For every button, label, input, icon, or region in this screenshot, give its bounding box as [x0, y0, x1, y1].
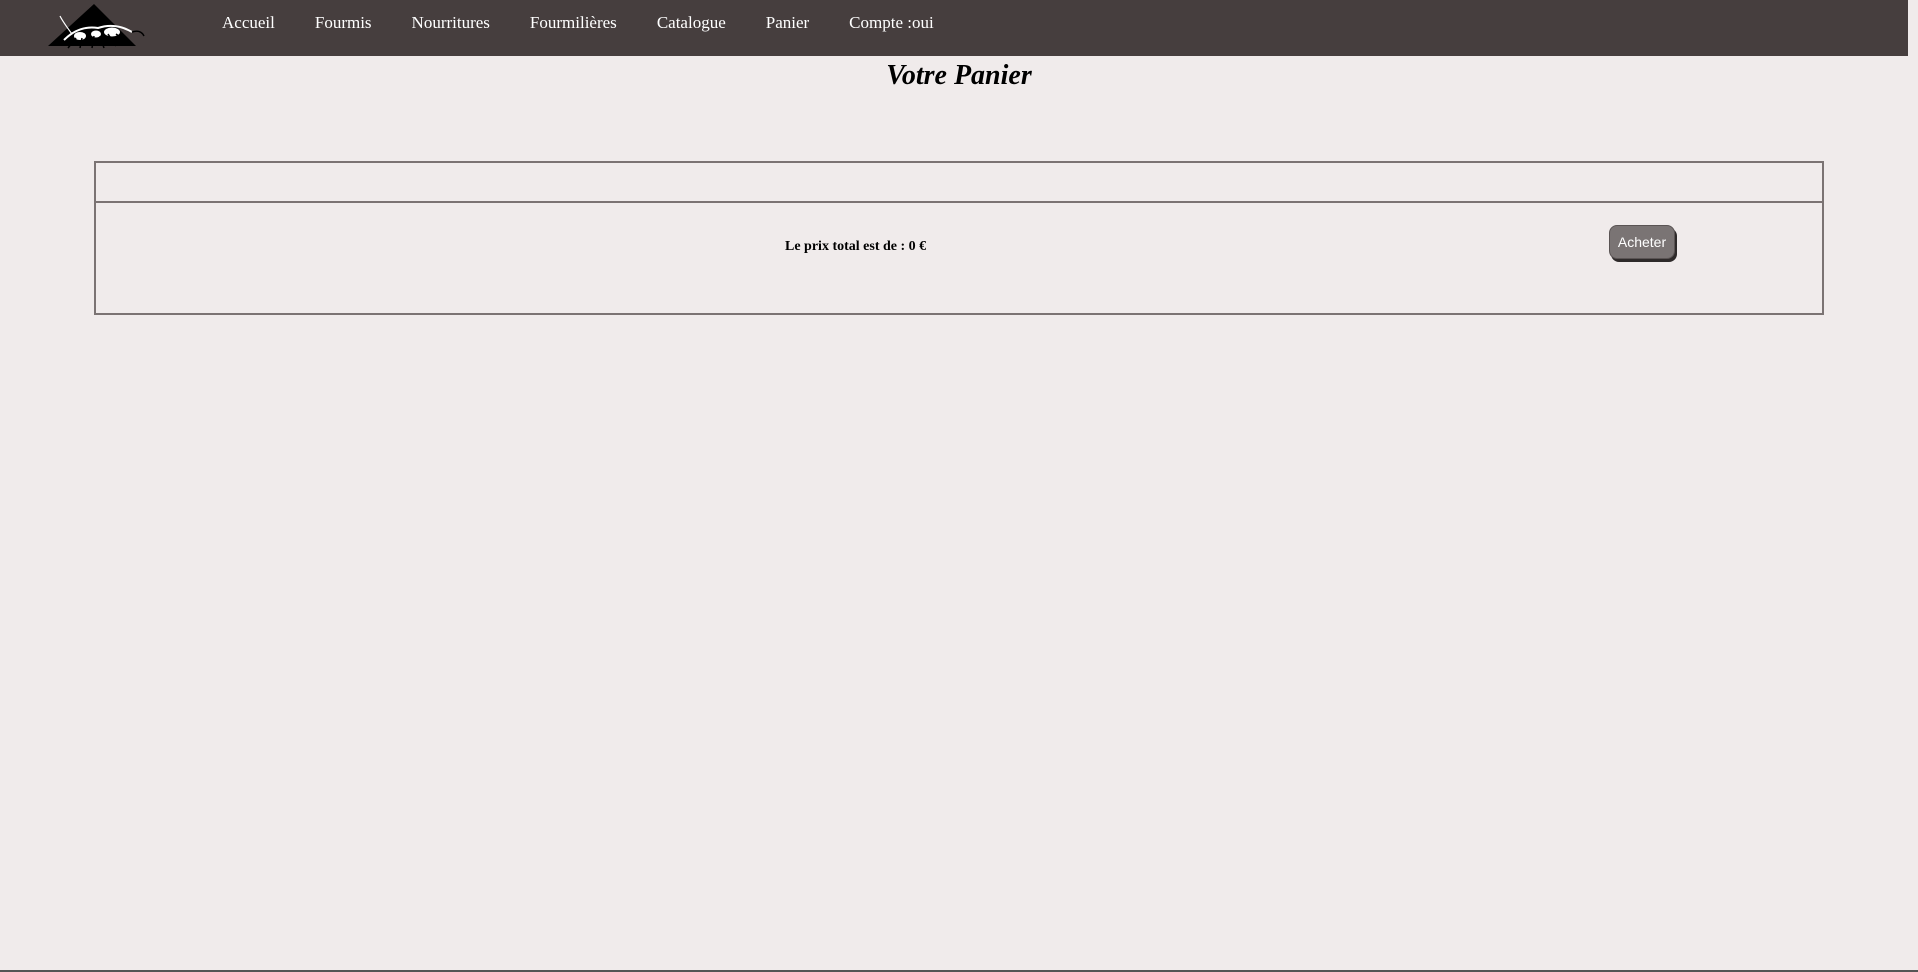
nav-item-catalogue[interactable]: Catalogue	[637, 13, 746, 33]
nav-item-nourritures[interactable]: Nourritures	[392, 13, 510, 33]
nav-item-fourmis[interactable]: Fourmis	[295, 13, 392, 33]
total-price-text: Le prix total est de : 0 €	[785, 239, 927, 254]
buy-button[interactable]: Acheter	[1609, 225, 1675, 259]
top-navbar: Accueil Fourmis Nourritures Fourmilières…	[0, 0, 1908, 56]
nav-item-accueil[interactable]: Accueil	[202, 13, 295, 33]
main-nav: Accueil Fourmis Nourritures Fourmilières…	[202, 0, 954, 46]
nav-item-panier[interactable]: Panier	[746, 13, 829, 33]
ant-logo-icon[interactable]	[46, 2, 146, 50]
nav-item-compte[interactable]: Compte :oui	[829, 13, 954, 33]
page-title: Votre Panier	[886, 60, 1032, 91]
cart-table: Le prix total est de : 0 € Acheter	[94, 161, 1824, 315]
cart-empty-row	[96, 163, 1822, 203]
nav-item-fourmilieres[interactable]: Fourmilières	[510, 13, 637, 33]
